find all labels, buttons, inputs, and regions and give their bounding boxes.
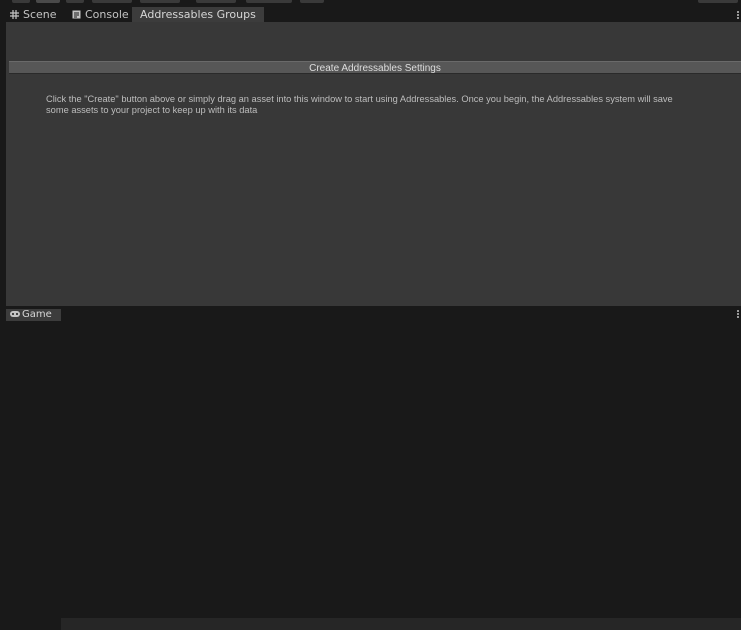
more-options-icon[interactable] [737, 310, 739, 320]
toolbar-button[interactable] [92, 0, 132, 3]
toolbar-button[interactable] [698, 0, 738, 3]
tab-bar: Scene Console Addressables Groups [0, 5, 741, 22]
tab-addressables-groups[interactable]: Addressables Groups [132, 7, 264, 22]
more-options-icon[interactable] [737, 11, 739, 21]
bottom-tab-bar: Game [0, 309, 741, 630]
tab-label: Addressables Groups [140, 8, 256, 21]
tab-game[interactable]: Game [6, 309, 61, 321]
toolbar-button[interactable] [140, 0, 180, 3]
toolbar-button[interactable] [196, 0, 236, 3]
tab-scene[interactable]: Scene [10, 7, 57, 22]
toolbar-button[interactable] [36, 0, 60, 3]
grid-icon [10, 10, 19, 19]
console-icon [72, 10, 81, 19]
create-addressables-settings-button[interactable]: Create Addressables Settings [9, 61, 741, 74]
addressables-groups-panel: Create Addressables Settings Click the "… [6, 22, 741, 306]
toolbar-button[interactable] [246, 0, 292, 3]
instructions-line: some assets to your project to keep up w… [46, 105, 258, 115]
tab-label: Game [22, 309, 52, 320]
tab-label: Console [85, 8, 129, 21]
instructions-text: Click the "Create" button above or simpl… [46, 94, 736, 116]
toolbar-button[interactable] [300, 0, 324, 3]
tab-console[interactable]: Console [72, 7, 129, 22]
tab-label: Scene [23, 8, 57, 21]
instructions-line: Click the "Create" button above or simpl… [46, 94, 673, 104]
toolbar-button[interactable] [66, 0, 84, 3]
gamepad-icon [10, 311, 20, 317]
game-view-area [61, 618, 741, 630]
toolbar-button[interactable] [12, 0, 30, 3]
